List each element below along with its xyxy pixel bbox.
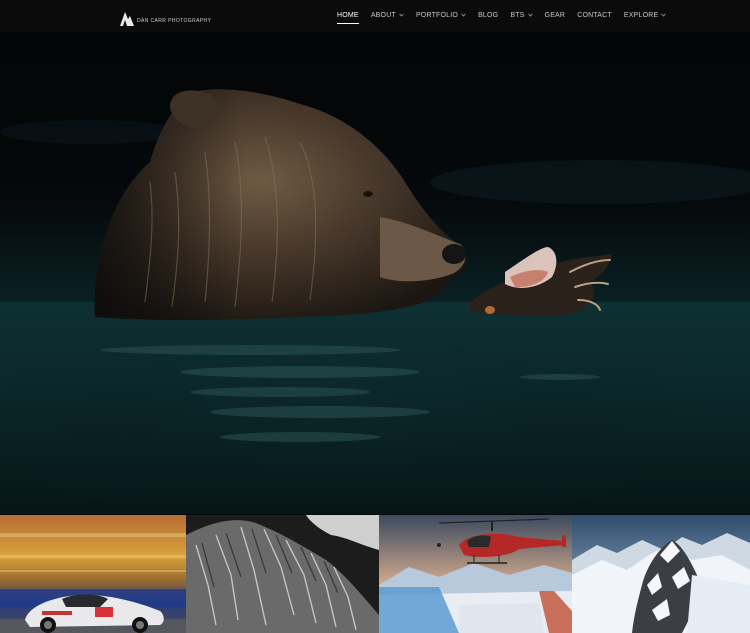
chevron-down-icon (527, 13, 533, 17)
mountain-bw-photo (186, 515, 379, 633)
nav-item-bts[interactable]: BTS (510, 11, 533, 19)
gallery-thumbnails (0, 515, 750, 633)
mountain-logo-icon (120, 12, 134, 26)
nav-item-label: CONTACT (577, 11, 612, 19)
race-car-photo (0, 515, 186, 633)
nav-item-explore[interactable]: EXPLORE (623, 11, 667, 19)
nav-item-label: PORTFOLIO (415, 11, 459, 19)
nav-item-label: BLOG (478, 11, 499, 19)
nav-item-gear[interactable]: GEAR (545, 12, 566, 19)
nav-item-portfolio[interactable]: PORTFOLIO (416, 12, 466, 19)
helicopter-photo (379, 515, 572, 633)
nav-item-label: BTS (510, 11, 525, 19)
nav-item-home[interactable]: HOME (337, 11, 359, 24)
nav-item-label: HOME (337, 11, 359, 19)
nav-item-about[interactable]: ABOUT (371, 12, 404, 19)
nav-item-label: GEAR (544, 11, 566, 19)
nav-item-blog[interactable]: BLOG (478, 12, 498, 19)
snowy-peaks-photo (572, 515, 750, 633)
main-nav: HOME ABOUT PORTFOLIO BLOG BTS GEAR CONTA… (337, 0, 678, 30)
nav-item-contact[interactable]: CONTACT (577, 12, 612, 19)
chevron-down-icon (661, 13, 667, 17)
nav-item-label: EXPLORE (623, 11, 659, 19)
thumbnail-snowy-peaks[interactable] (572, 515, 750, 633)
thumbnail-mountain-bw[interactable] (186, 515, 379, 633)
thumbnail-helicopter[interactable] (379, 515, 572, 633)
thumbnail-race-car[interactable] (0, 515, 186, 633)
hero-image (0, 32, 750, 514)
site-logo-text: DAN CARR PHOTOGRAPHY (137, 18, 212, 24)
top-navigation-bar: DAN CARR PHOTOGRAPHY HOME ABOUT PORTFOLI… (0, 0, 750, 32)
hero-bear-photo (0, 89, 750, 514)
site-logo[interactable]: DAN CARR PHOTOGRAPHY (120, 6, 211, 26)
chevron-down-icon (399, 13, 404, 17)
nav-item-label: ABOUT (370, 11, 396, 19)
chevron-down-icon (461, 13, 466, 17)
